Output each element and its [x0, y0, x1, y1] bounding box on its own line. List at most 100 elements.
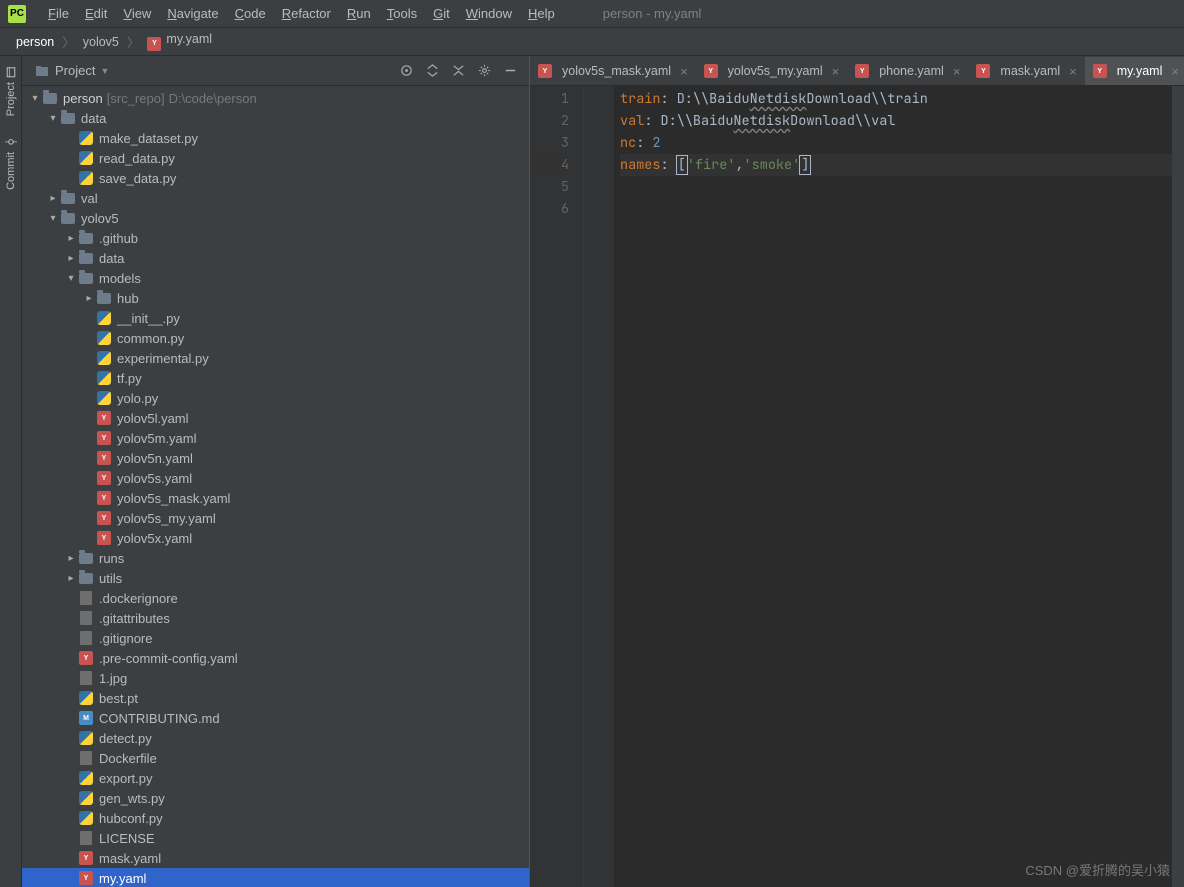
tree-item-yolo.py[interactable]: ▸yolo.py — [22, 388, 529, 408]
collapse-all-icon[interactable] — [445, 60, 471, 82]
yaml-file-icon: Y — [1093, 64, 1107, 78]
close-icon[interactable]: × — [680, 64, 688, 79]
tree-item-LICENSE[interactable]: ▸LICENSE — [22, 828, 529, 848]
chevron-icon: ▸ — [64, 233, 78, 244]
chevron-right-icon: 〉 — [60, 32, 77, 51]
crumb-yolov5[interactable]: yolov5 — [77, 32, 125, 52]
tree-item-data[interactable]: ▸data — [22, 248, 529, 268]
tree-item-runs[interactable]: ▸runs — [22, 548, 529, 568]
editor-tabs: Yyolov5s_mask.yaml×Yyolov5s_my.yaml×Ypho… — [530, 56, 1184, 86]
tree-item-experimental.py[interactable]: ▸experimental.py — [22, 348, 529, 368]
tree-item-__init__.py[interactable]: ▸__init__.py — [22, 308, 529, 328]
tree-item-yolov5s_my.yaml[interactable]: ▸Yyolov5s_my.yaml — [22, 508, 529, 528]
chevron-icon: ▸ — [64, 253, 78, 264]
tree-item-.github[interactable]: ▸.github — [22, 228, 529, 248]
project-tree[interactable]: ▾person[src_repo]D:\code\person▾data▸mak… — [22, 86, 529, 887]
menu-git[interactable]: Git — [425, 2, 458, 25]
tree-item-yolov5[interactable]: ▾yolov5 — [22, 208, 529, 228]
tab-yolov5s_my.yaml[interactable]: Yyolov5s_my.yaml× — [696, 57, 848, 85]
tree-item-make_dataset.py[interactable]: ▸make_dataset.py — [22, 128, 529, 148]
menu-refactor[interactable]: Refactor — [274, 2, 339, 25]
menu-file[interactable]: File — [40, 2, 77, 25]
menu-view[interactable]: View — [115, 2, 159, 25]
tree-item-my.yaml[interactable]: ▸Ymy.yaml — [22, 868, 529, 887]
menu-code[interactable]: Code — [227, 2, 274, 25]
tree-item-yolov5m.yaml[interactable]: ▸Yyolov5m.yaml — [22, 428, 529, 448]
code-area[interactable]: 123456 train: D:\\BaiduNetdiskDownload\\… — [530, 86, 1184, 887]
tree-item-gen_wts.py[interactable]: ▸gen_wts.py — [22, 788, 529, 808]
tree-item-mask.yaml[interactable]: ▸Ymask.yaml — [22, 848, 529, 868]
tree-item-hub[interactable]: ▸hub — [22, 288, 529, 308]
menu-navigate[interactable]: Navigate — [159, 2, 226, 25]
tree-item-yolov5n.yaml[interactable]: ▸Yyolov5n.yaml — [22, 448, 529, 468]
crumb-person[interactable]: person — [10, 32, 60, 52]
tree-item-yolov5x.yaml[interactable]: ▸Yyolov5x.yaml — [22, 528, 529, 548]
tree-item-utils[interactable]: ▸utils — [22, 568, 529, 588]
tab-my.yaml[interactable]: Ymy.yaml× — [1085, 57, 1184, 85]
rail-tab-commit[interactable]: Commit — [3, 130, 19, 196]
close-icon[interactable]: × — [1069, 64, 1077, 79]
tree-item-yolov5l.yaml[interactable]: ▸Yyolov5l.yaml — [22, 408, 529, 428]
tree-item-yolov5s.yaml[interactable]: ▸Yyolov5s.yaml — [22, 468, 529, 488]
tree-item-yolov5s_mask.yaml[interactable]: ▸Yyolov5s_mask.yaml — [22, 488, 529, 508]
menubar: PC FileEditViewNavigateCodeRefactorRunTo… — [0, 0, 1184, 28]
tree-item-.pre-commit-config.yaml[interactable]: ▸Y.pre-commit-config.yaml — [22, 648, 529, 668]
tab-yolov5s_mask.yaml[interactable]: Yyolov5s_mask.yaml× — [530, 57, 696, 85]
commit-rail-icon — [5, 136, 17, 148]
expand-all-icon[interactable] — [419, 60, 445, 82]
chevron-icon: ▾ — [46, 113, 60, 124]
yaml-file-icon: Y — [976, 64, 990, 78]
tree-item-read_data.py[interactable]: ▸read_data.py — [22, 148, 529, 168]
sidebar-header: Project ▼ — [22, 56, 529, 86]
close-icon[interactable]: × — [953, 64, 961, 79]
yaml-file-icon: Y — [538, 64, 552, 78]
yaml-file-icon: Y — [147, 37, 161, 51]
tree-item-.gitattributes[interactable]: ▸.gitattributes — [22, 608, 529, 628]
crumb-file[interactable]: Ymy.yaml — [141, 29, 218, 54]
tree-item-models[interactable]: ▾models — [22, 268, 529, 288]
hide-icon[interactable] — [497, 60, 523, 82]
project-sidebar: Project ▼ ▾person[src_repo]D:\code\perso… — [22, 56, 530, 887]
tree-item-val[interactable]: ▸val — [22, 188, 529, 208]
app-logo-icon: PC — [8, 5, 26, 23]
tab-mask.yaml[interactable]: Ymask.yaml× — [968, 57, 1084, 85]
tree-item-tf.py[interactable]: ▸tf.py — [22, 368, 529, 388]
gear-icon[interactable] — [471, 60, 497, 82]
yaml-file-icon: Y — [704, 64, 718, 78]
tree-item-best.pt[interactable]: ▸best.pt — [22, 688, 529, 708]
tree-item-export.py[interactable]: ▸export.py — [22, 768, 529, 788]
tree-item-detect.py[interactable]: ▸detect.py — [22, 728, 529, 748]
project-dropdown[interactable]: Project ▼ — [28, 60, 115, 82]
chevron-icon: ▸ — [82, 293, 96, 304]
menu-edit[interactable]: Edit — [77, 2, 115, 25]
tree-item-Dockerfile[interactable]: ▸Dockerfile — [22, 748, 529, 768]
menu-tools[interactable]: Tools — [379, 2, 425, 25]
tree-item-.dockerignore[interactable]: ▸.dockerignore — [22, 588, 529, 608]
editor: Yyolov5s_mask.yaml×Yyolov5s_my.yaml×Ypho… — [530, 56, 1184, 887]
tree-item-save_data.py[interactable]: ▸save_data.py — [22, 168, 529, 188]
chevron-icon: ▾ — [64, 273, 78, 284]
project-icon — [34, 63, 50, 79]
tree-item-common.py[interactable]: ▸common.py — [22, 328, 529, 348]
close-icon[interactable]: × — [832, 64, 840, 79]
menu-window[interactable]: Window — [458, 2, 520, 25]
menu-run[interactable]: Run — [339, 2, 379, 25]
code-text[interactable]: train: D:\\BaiduNetdiskDownload\\train v… — [614, 86, 1172, 887]
tree-item-1.jpg[interactable]: ▸1.jpg — [22, 668, 529, 688]
scrollbar[interactable] — [1172, 86, 1184, 887]
tree-item-CONTRIBUTING.md[interactable]: ▸MCONTRIBUTING.md — [22, 708, 529, 728]
close-icon[interactable]: × — [1171, 64, 1179, 79]
gutter: 123456 — [530, 86, 584, 887]
chevron-icon: ▸ — [64, 573, 78, 584]
tree-item-person[interactable]: ▾person[src_repo]D:\code\person — [22, 88, 529, 108]
rail-tab-project[interactable]: Project — [3, 60, 19, 122]
tree-item-.gitignore[interactable]: ▸.gitignore — [22, 628, 529, 648]
select-opened-file-icon[interactable] — [393, 60, 419, 82]
tab-phone.yaml[interactable]: Yphone.yaml× — [847, 57, 968, 85]
tree-item-data[interactable]: ▾data — [22, 108, 529, 128]
breadcrumb: person 〉 yolov5 〉 Ymy.yaml — [0, 28, 1184, 56]
chevron-down-icon: ▼ — [100, 66, 109, 76]
menu-help[interactable]: Help — [520, 2, 563, 25]
chevron-icon: ▸ — [46, 193, 60, 204]
tree-item-hubconf.py[interactable]: ▸hubconf.py — [22, 808, 529, 828]
